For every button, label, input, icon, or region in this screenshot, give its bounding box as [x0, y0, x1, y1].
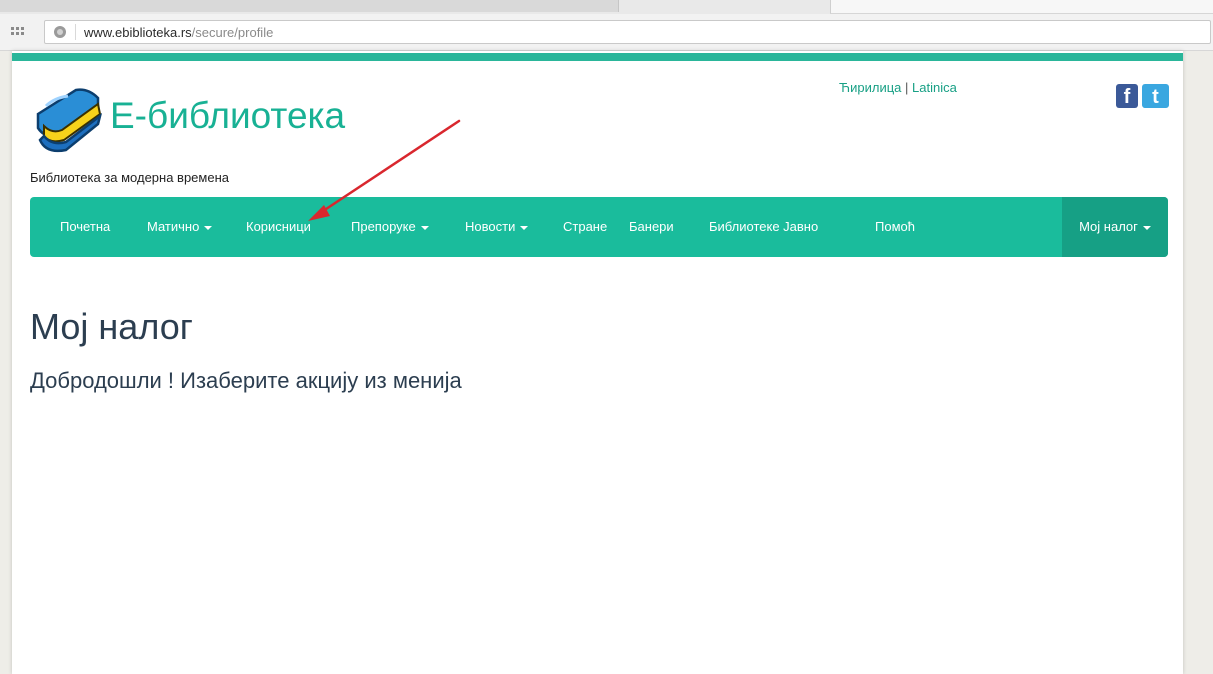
browser-tab[interactable] — [214, 0, 405, 12]
nav-item-pages[interactable]: Стране — [563, 197, 607, 257]
lang-latin-link[interactable]: Latinica — [912, 80, 957, 95]
nav-item-label: Матично — [147, 219, 200, 234]
nav-item-banners[interactable]: Банери — [629, 197, 674, 257]
url-path: /secure/profile — [191, 25, 274, 40]
nav-item-label: Препоруке — [351, 219, 416, 234]
nav-item-label: Корисници — [246, 219, 311, 234]
apps-icon[interactable] — [11, 27, 25, 39]
nav-item-users[interactable]: Корисници — [246, 197, 311, 257]
nav-item-label: Стране — [563, 219, 608, 234]
browser-tab-active[interactable] — [830, 0, 1213, 14]
top-accent-bar — [12, 53, 1183, 61]
site-tagline: Библиотека за модерна времена — [30, 170, 229, 185]
caret-down-icon — [520, 225, 529, 230]
browser-toolbar: www.ebiblioteka.rs/secure/profile — [0, 14, 1213, 51]
nav-item-label: Банери — [629, 219, 674, 234]
caret-down-icon — [420, 225, 429, 230]
welcome-message: Добродошли ! Изаберите акцију из менија — [30, 368, 462, 393]
nav-item-news[interactable]: Новости — [465, 197, 529, 257]
caret-down-icon — [204, 225, 213, 230]
twitter-icon[interactable]: t — [1142, 84, 1169, 108]
facebook-icon[interactable]: f — [1116, 84, 1138, 108]
annotation-arrow — [308, 119, 461, 221]
lang-cyrillic-link[interactable]: Ћирилица — [839, 80, 901, 95]
address-divider — [75, 24, 76, 40]
book-logo-icon[interactable] — [32, 84, 104, 154]
nav-item-libraries-public[interactable]: Библиотеке Јавно — [709, 197, 818, 257]
page-container: Е-библиотека Библиотека за модерна време… — [12, 51, 1183, 674]
nav-item-help[interactable]: Помоћ — [875, 197, 915, 257]
address-bar[interactable]: www.ebiblioteka.rs/secure/profile — [44, 20, 1211, 44]
nav-item-recommendations[interactable]: Препоруке — [351, 197, 429, 257]
lang-separator: | — [905, 80, 909, 95]
nav-item-label: Помоћ — [875, 219, 915, 234]
nav-item-home[interactable]: Почетна — [60, 197, 110, 257]
nav-item-label: Библиотеке Јавно — [709, 219, 819, 234]
nav-account-label: Мој налог — [1079, 219, 1138, 234]
browser-tab[interactable] — [404, 0, 619, 12]
nav-item-label: Почетна — [60, 219, 111, 234]
main-navbar: Почетна Матично Корисници Препоруке Ново… — [30, 197, 1168, 257]
caret-down-icon — [1142, 225, 1151, 230]
nav-item-matichno[interactable]: Матично — [147, 197, 213, 257]
url-domain: www.ebiblioteka.rs — [84, 25, 192, 40]
nav-item-label: Новости — [465, 219, 516, 234]
nav-my-account-dropdown[interactable]: Мој налог — [1062, 197, 1168, 257]
url-text[interactable]: www.ebiblioteka.rs/secure/profile — [84, 25, 273, 40]
site-title[interactable]: Е-библиотека — [110, 95, 345, 137]
page-title: Мој налог — [30, 306, 193, 347]
browser-tab[interactable] — [0, 0, 215, 12]
globe-icon — [54, 26, 66, 38]
language-switch: Ћирилица | Latinica — [839, 80, 957, 95]
page-viewport: Е-библиотека Библиотека за модерна време… — [0, 51, 1213, 674]
browser-tabstrip — [0, 0, 1213, 14]
